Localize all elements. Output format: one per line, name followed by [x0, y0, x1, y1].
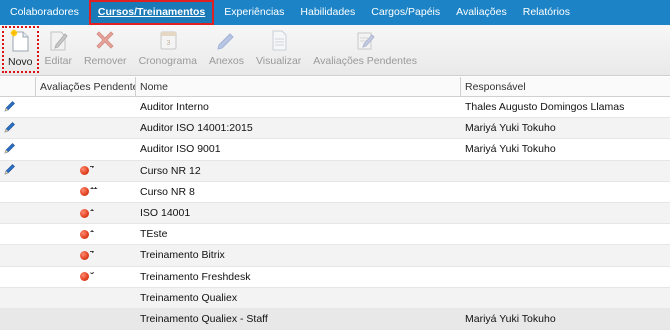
column-header-actions[interactable]: [0, 77, 36, 96]
tab-relatorios[interactable]: Relatórios: [515, 0, 578, 25]
tab-avaliacoes[interactable]: Avaliações: [448, 0, 515, 25]
column-header-avaliacoes-pendentes[interactable]: Avaliações Pendentes: [36, 77, 136, 96]
avaliacoes-pendentes-button[interactable]: Avaliações Pendentes: [307, 25, 423, 73]
table-row[interactable]: 1 TEste: [0, 224, 670, 246]
remove-x-icon: [93, 28, 117, 52]
pending-dot-icon[interactable]: [80, 166, 89, 176]
pending-count: 4: [90, 250, 94, 255]
svg-text:3: 3: [166, 40, 170, 47]
course-name-cell: TEste: [140, 228, 168, 241]
new-document-icon: [8, 29, 32, 53]
edit-pencil-icon[interactable]: [4, 142, 16, 157]
course-name-cell: Auditor ISO 14001:2015: [140, 122, 253, 135]
top-nav: Colaboradores Cursos/Treinamentos Experi…: [0, 0, 670, 25]
pending-count: 4: [90, 166, 94, 171]
table-row[interactable]: Treinamento Qualiex - Staff Mariyá Yuki T…: [0, 308, 670, 330]
table-row[interactable]: 1 ISO 14001: [0, 202, 670, 225]
pending-dot-icon[interactable]: [80, 229, 89, 239]
edit-document-icon: [46, 28, 70, 52]
attachment-pencil-icon: [214, 28, 238, 52]
visualizar-button[interactable]: Visualizar: [250, 25, 307, 73]
cronograma-label: Cronograma: [138, 55, 197, 67]
editar-label: Editar: [44, 55, 72, 67]
pending-dot-icon[interactable]: [80, 272, 89, 282]
responsible-cell: Mariyá Yuki Tokuho: [465, 122, 556, 135]
responsible-cell: Mariyá Yuki Tokuho: [465, 312, 556, 325]
edit-pencil-icon[interactable]: [4, 163, 16, 178]
pending-count: 11: [90, 187, 98, 192]
table-row[interactable]: 11 Curso NR 8: [0, 182, 670, 203]
edit-pencil-icon[interactable]: [4, 121, 16, 136]
pending-dot-icon[interactable]: [80, 208, 89, 218]
course-name-cell: Curso NR 12: [140, 164, 201, 177]
table-row[interactable]: Auditor ISO 9001 Mariyá Yuki Tokuho: [0, 139, 670, 161]
novo-label: Novo: [8, 56, 33, 68]
row-action-cell: [0, 100, 36, 115]
row-action-cell: [0, 163, 36, 178]
table-body: Auditor Interno Thales Augusto Domingos L…: [0, 97, 670, 330]
column-header-nome[interactable]: Nome: [136, 77, 461, 96]
anexos-button[interactable]: Anexos: [203, 25, 250, 73]
anexos-label: Anexos: [208, 55, 244, 67]
table-row[interactable]: Treinamento Qualiex: [0, 287, 670, 309]
table-row[interactable]: Auditor ISO 14001:2015 Mariyá Yuki Tokuho: [0, 118, 670, 140]
responsible-cell: Thales Augusto Domingos Llamas: [465, 101, 625, 114]
pending-dot-icon[interactable]: [80, 250, 89, 260]
remover-button[interactable]: Remover: [78, 25, 133, 73]
evaluation-edit-icon: [353, 28, 377, 52]
column-header-responsavel[interactable]: Responsável: [461, 77, 670, 96]
table-row[interactable]: 5 Treinamento Freshdesk: [0, 267, 670, 288]
course-name-cell: Treinamento Freshdesk: [140, 270, 251, 283]
row-action-cell: [0, 121, 36, 136]
pending-dot-icon[interactable]: [80, 187, 89, 197]
editar-button[interactable]: Editar: [39, 25, 78, 73]
pending-evaluations-cell: 5: [36, 272, 136, 282]
course-name-cell: Treinamento Bitrix: [140, 249, 225, 262]
course-name-cell: Treinamento Qualiex: [140, 291, 238, 304]
course-name-cell: Auditor ISO 9001: [140, 143, 221, 156]
table-row[interactable]: 4 Curso NR 12: [0, 160, 670, 182]
responsible-cell: Mariyá Yuki Tokuho: [465, 143, 556, 156]
course-name-cell: Treinamento Qualiex - Staff: [140, 312, 268, 325]
table-row[interactable]: 4 Treinamento Bitrix: [0, 245, 670, 267]
table-header: Avaliações Pendentes Nome Responsável: [0, 77, 670, 97]
tab-experiencias[interactable]: Experiências: [216, 0, 292, 25]
novo-button[interactable]: Novo: [2, 26, 39, 73]
calendar-icon: 3: [156, 28, 180, 52]
remover-label: Remover: [83, 55, 127, 67]
tab-habilidades[interactable]: Habilidades: [292, 0, 363, 25]
courses-table: Avaliações Pendentes Nome Responsável Au…: [0, 77, 670, 330]
visualizar-label: Visualizar: [255, 55, 302, 67]
pending-evaluations-cell: 1: [36, 208, 136, 218]
edit-pencil-icon[interactable]: [4, 100, 16, 115]
pending-evaluations-cell: 4: [36, 250, 136, 260]
pending-evaluations-cell: 11: [36, 187, 136, 197]
pending-count: 1: [90, 208, 94, 213]
row-action-cell: [0, 142, 36, 157]
course-name-cell: Auditor Interno: [140, 101, 209, 114]
cronograma-button[interactable]: 3 Cronograma: [133, 25, 203, 73]
pending-evaluations-cell: 4: [36, 166, 136, 176]
tab-cursos-treinamentos[interactable]: Cursos/Treinamentos: [88, 0, 215, 25]
table-row[interactable]: Auditor Interno Thales Augusto Domingos L…: [0, 97, 670, 119]
pending-count: 1: [90, 229, 94, 234]
course-name-cell: Curso NR 8: [140, 185, 195, 198]
toolbar: Novo Editar Remover 3 Cronograma Anexos …: [0, 25, 670, 76]
view-document-icon: [267, 28, 291, 52]
avaliacoes-pendentes-label: Avaliações Pendentes: [313, 55, 418, 67]
pending-count: 5: [90, 272, 94, 277]
pending-evaluations-cell: 1: [36, 229, 136, 239]
course-name-cell: ISO 14001: [140, 207, 191, 220]
tab-colaboradores[interactable]: Colaboradores: [2, 0, 87, 25]
tab-cargos-papeis[interactable]: Cargos/Papéis: [363, 0, 448, 25]
